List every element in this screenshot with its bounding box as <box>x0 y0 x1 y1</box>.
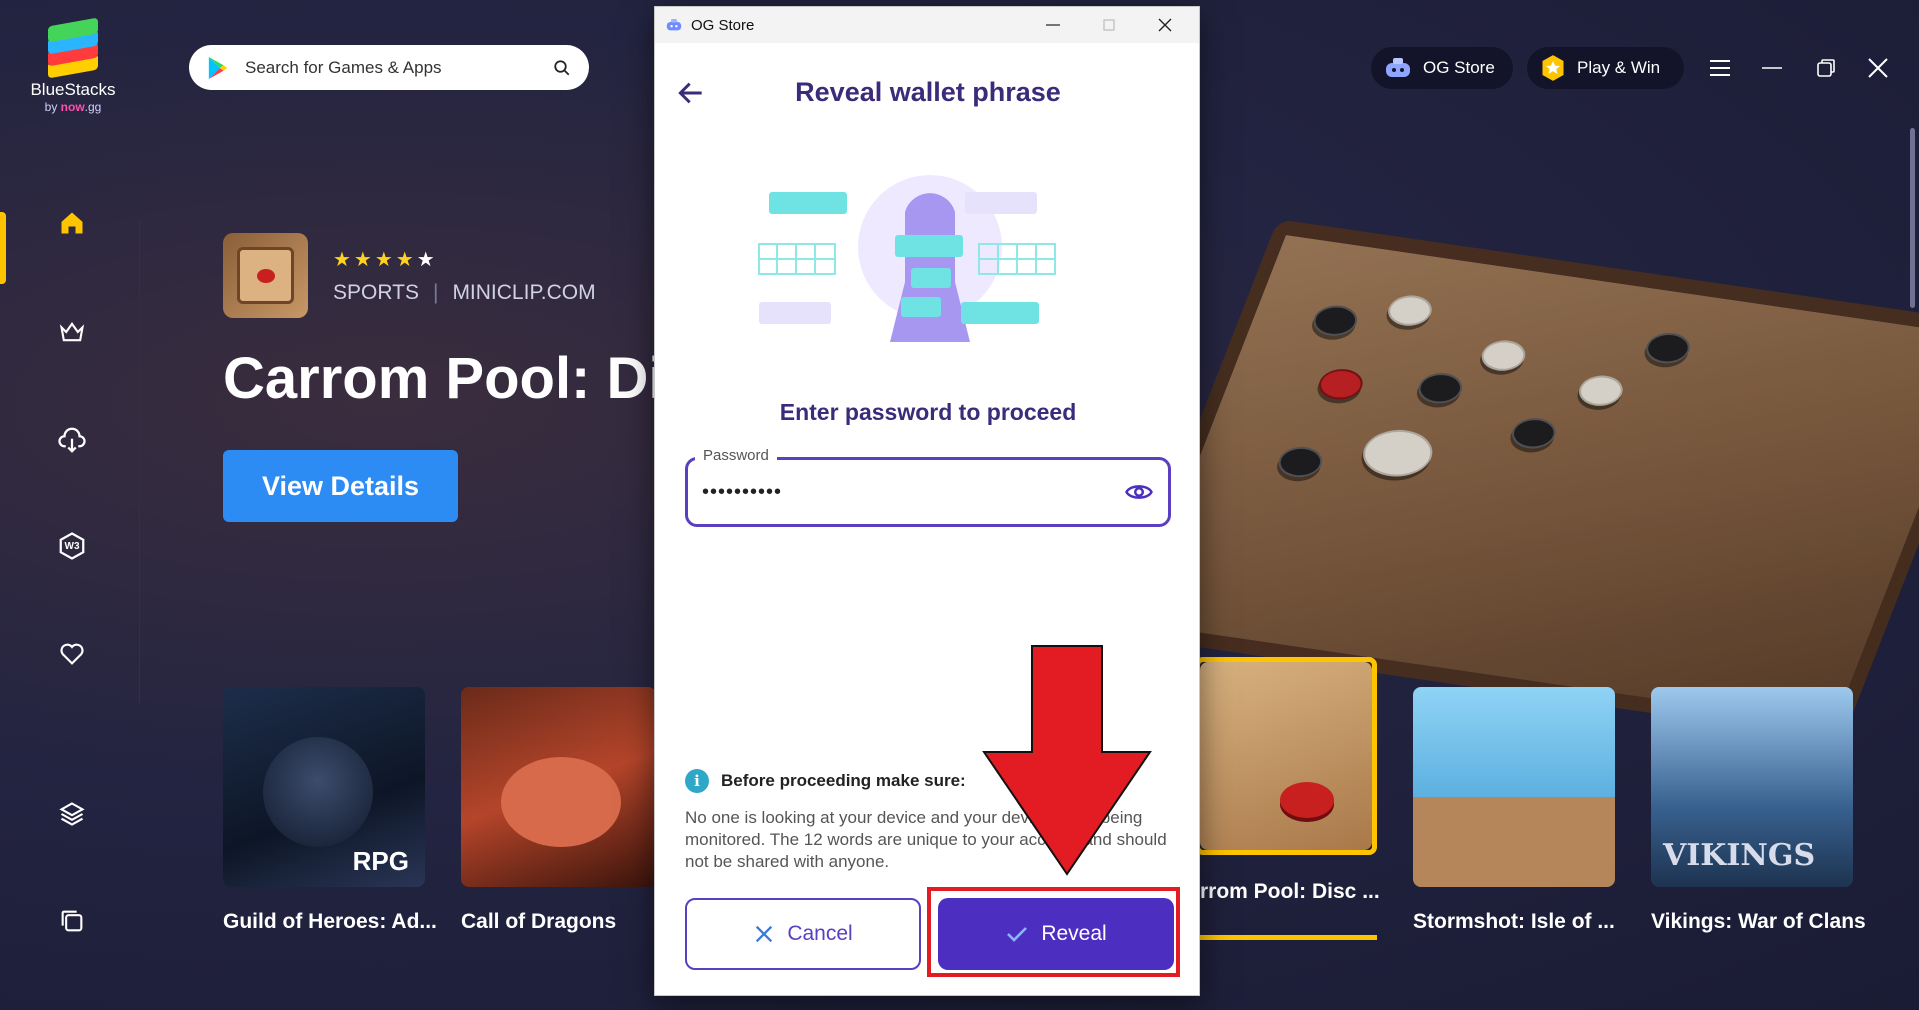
rpg-badge: RPG <box>352 846 409 876</box>
dialog-close-icon[interactable] <box>1153 15 1177 35</box>
crown-icon[interactable] <box>56 316 88 348</box>
dialog-titlebar[interactable]: OG Store <box>655 7 1199 43</box>
brand-sub: by now.gg <box>28 100 118 114</box>
brand-suffix: .gg <box>84 100 102 114</box>
search-input[interactable]: Search for Games & Apps <box>245 58 553 78</box>
star-badge-icon <box>1542 55 1564 81</box>
sidebar: BlueStacks by now.gg W3 <box>0 0 140 1010</box>
w3-icon[interactable]: W3 <box>56 530 88 562</box>
wallet-keyhole-illustration <box>758 175 1056 342</box>
game-tile-call-of-dragons[interactable] <box>461 687 656 887</box>
dialog-minimize-icon[interactable] <box>1041 15 1065 35</box>
game-label-carrom-pool[interactable]: rrom Pool: Disc ... <box>1200 880 1380 904</box>
og-store-icon <box>1386 58 1410 77</box>
notice-title: Before proceeding make sure: <box>721 771 966 790</box>
genre-line: SPORTS | MINICLIP.COM <box>333 281 596 304</box>
search-icon[interactable] <box>553 59 571 77</box>
selected-tile-border <box>1195 657 1377 855</box>
carrom-pool-thumbnail[interactable] <box>223 233 308 318</box>
show-password-icon[interactable] <box>1124 477 1154 507</box>
heart-icon[interactable] <box>56 638 88 670</box>
cancel-button[interactable]: Cancel <box>685 898 921 970</box>
active-nav-indicator <box>0 212 6 284</box>
og-store-button[interactable]: OG Store <box>1371 47 1513 89</box>
dialog-maximize-icon[interactable] <box>1097 15 1121 35</box>
brand-name: BlueStacks <box>30 80 116 99</box>
multi-window-icon[interactable] <box>56 905 88 937</box>
vikings-logo-text: VIKINGS <box>1663 838 1816 873</box>
notice-heading: i Before proceeding make sure: <box>685 769 966 793</box>
game-tile-vikings[interactable]: VIKINGS <box>1651 687 1853 887</box>
red-down-arrow-annotation <box>982 645 1152 876</box>
search-bar[interactable]: Search for Games & Apps <box>189 45 589 90</box>
password-prompt: Enter password to proceed <box>779 399 1077 425</box>
game-label-guild-of-heroes[interactable]: Guild of Heroes: Ad... <box>223 910 437 934</box>
sidebar-divider <box>139 220 140 705</box>
game-tile-guild-of-heroes[interactable]: RPG <box>223 687 425 887</box>
reveal-highlight-box <box>927 887 1180 977</box>
info-icon: i <box>685 769 709 793</box>
dialog-heading: Reveal wallet phrase <box>795 77 1061 107</box>
selected-tile-underline <box>1195 935 1377 940</box>
minimize-icon[interactable] <box>1758 54 1786 82</box>
hamburger-menu-icon[interactable] <box>1706 54 1734 82</box>
game-label-call-of-dragons[interactable]: Call of Dragons <box>461 910 616 934</box>
play-and-win-label: Play & Win <box>1577 58 1661 77</box>
cloud-download-icon[interactable] <box>56 424 88 456</box>
page-scrollbar[interactable] <box>1910 128 1915 308</box>
bluestacks-logo-icon <box>42 17 104 79</box>
genre-label: SPORTS <box>333 281 419 304</box>
publisher-label: MINICLIP.COM <box>452 281 596 304</box>
cancel-label: Cancel <box>787 922 853 945</box>
game-label-stormshot[interactable]: Stormshot: Isle of ... <box>1413 910 1615 934</box>
og-store-app-icon <box>666 19 682 31</box>
bluestacks-logo[interactable]: BlueStacks by now.gg <box>28 17 118 114</box>
rating-stars: ★★★★★ <box>333 249 438 271</box>
brand-now: now <box>60 100 85 114</box>
play-and-win-button[interactable]: Play & Win <box>1527 47 1684 89</box>
home-icon[interactable] <box>56 207 88 239</box>
game-label-vikings[interactable]: Vikings: War of Clans <box>1651 910 1866 934</box>
brand-by: by <box>44 100 58 114</box>
restore-icon[interactable] <box>1812 54 1840 82</box>
dialog-window-title: OG Store <box>691 16 755 34</box>
password-label: Password <box>695 447 777 464</box>
password-field[interactable]: •••••••••• <box>685 457 1171 527</box>
password-input[interactable]: •••••••••• <box>702 481 1124 504</box>
view-details-button[interactable]: View Details <box>223 450 458 522</box>
layers-icon[interactable] <box>56 798 88 830</box>
close-icon[interactable] <box>1864 54 1892 82</box>
game-tile-stormshot[interactable] <box>1413 687 1615 887</box>
w3-label: W3 <box>64 540 80 552</box>
google-play-icon <box>208 56 228 79</box>
featured-game-title: Carrom Pool: Dis <box>223 346 697 411</box>
cancel-x-icon <box>756 925 773 943</box>
og-store-label: OG Store <box>1423 58 1495 77</box>
